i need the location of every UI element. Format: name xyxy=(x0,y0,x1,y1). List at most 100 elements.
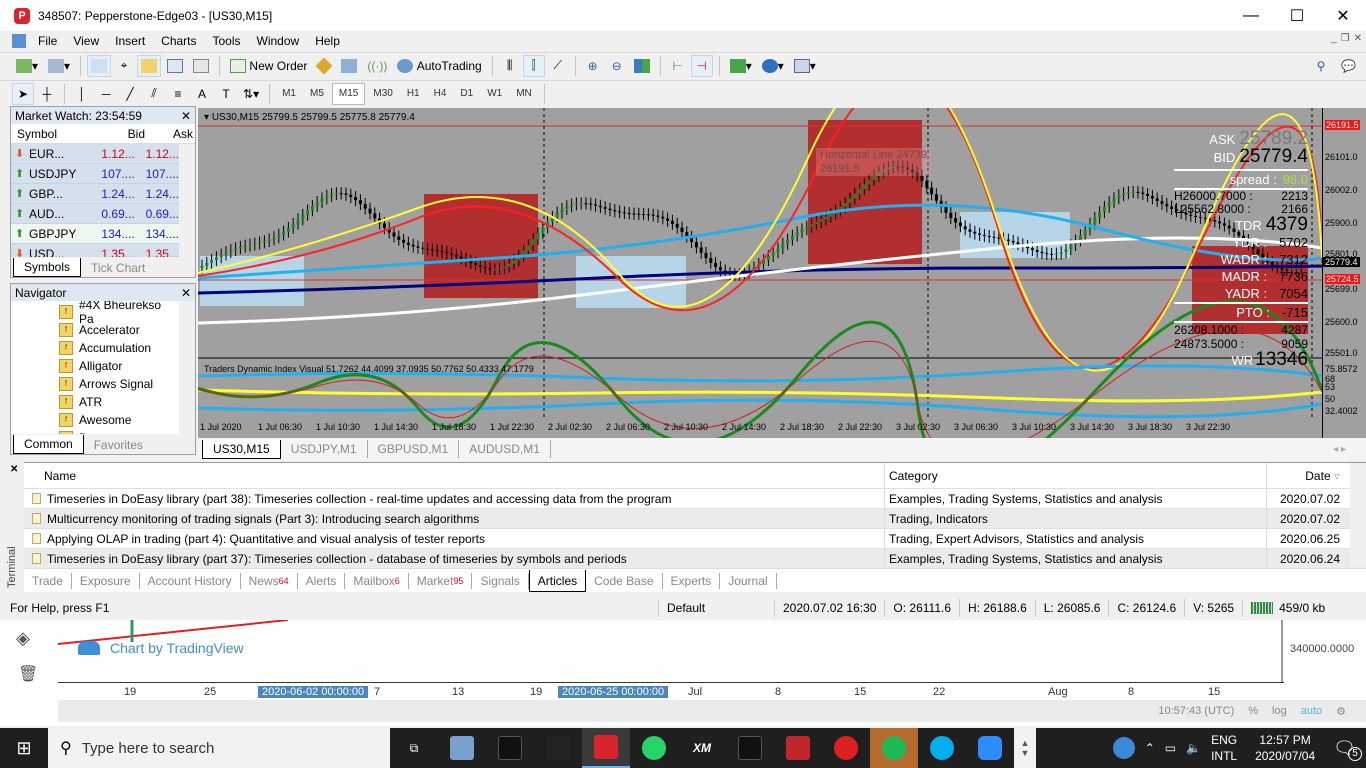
periods-button[interactable]: ▾ xyxy=(758,55,788,77)
line-chart-button[interactable]: ⟋ xyxy=(547,55,569,77)
tab-tick-chart[interactable]: Tick Chart xyxy=(81,259,155,277)
minimize-button[interactable]: — xyxy=(1228,0,1274,31)
terminal-tab-mailbox[interactable]: Mailbox 6 xyxy=(345,573,409,589)
navigator-item[interactable]: f ATR xyxy=(11,393,179,411)
timeframe-m30[interactable]: M30 xyxy=(367,83,398,105)
taskbar-app-3[interactable] xyxy=(534,728,582,768)
profiles-button[interactable]: ▾ xyxy=(44,55,74,77)
market-watch-row[interactable]: ⬆ AUD... 0.69... 0.69... xyxy=(11,204,179,224)
terminal-tab-market[interactable]: Market 95 xyxy=(409,573,473,589)
market-watch-close[interactable]: ✕ xyxy=(181,109,191,123)
menu-view[interactable]: View xyxy=(65,34,107,48)
autotrading-button[interactable]: AutoTrading xyxy=(393,55,485,77)
clock[interactable]: 12:57 PM 2020/07/04 xyxy=(1255,732,1315,764)
taskbar-app-5[interactable] xyxy=(774,728,822,768)
tv-percent-toggle[interactable]: % xyxy=(1248,705,1258,717)
data-window-toggle[interactable]: ⌖ xyxy=(113,55,135,77)
mdi-close-button[interactable]: ✕ xyxy=(1354,33,1362,44)
tab-common[interactable]: Common xyxy=(13,435,84,454)
taskbar-xm[interactable]: XM xyxy=(678,728,726,768)
app-menu-icon[interactable] xyxy=(12,34,26,48)
metaeditor-button[interactable] xyxy=(313,55,335,77)
navigator-item[interactable]: f Accelerator xyxy=(11,321,179,339)
article-row[interactable]: Applying OLAP in trading (part 4): Quant… xyxy=(24,529,1366,549)
taskbar-search[interactable]: ⚲ Type here to search xyxy=(48,728,390,768)
terminal-tab-exposure[interactable]: Exposure xyxy=(72,573,140,589)
col-bid[interactable]: Bid xyxy=(95,127,145,141)
menu-tools[interactable]: Tools xyxy=(205,34,249,48)
navigator-item[interactable]: f Accumulation xyxy=(11,339,179,357)
language-indicator[interactable]: ENG INTL xyxy=(1211,732,1237,764)
terminal-tab-signals[interactable]: Signals xyxy=(472,573,529,589)
layers-icon[interactable]: ◈ xyxy=(16,628,30,649)
volume-icon[interactable]: 🔈 xyxy=(1186,741,1201,755)
article-row[interactable]: Timeseries in DoEasy library (part 37): … xyxy=(24,549,1366,569)
tv-log-toggle[interactable]: log xyxy=(1272,705,1287,717)
navigator-item[interactable]: f Alligator xyxy=(11,357,179,375)
action-center-button[interactable]: 🗨 5 xyxy=(1333,738,1362,761)
taskbar-whatsapp[interactable] xyxy=(630,728,678,768)
signals-button[interactable]: ((·)) xyxy=(363,55,391,77)
indicators-button[interactable]: ▾ xyxy=(726,55,756,77)
bar-chart-button[interactable]: ⫼ xyxy=(499,55,521,77)
chart-tab-usdjpy-m1[interactable]: USDJPY,M1 xyxy=(281,440,368,458)
vertical-line-tool[interactable]: │ xyxy=(71,83,93,105)
horizontal-line-tool[interactable]: ─ xyxy=(95,83,117,105)
terminal-tab-articles[interactable]: Articles xyxy=(528,570,587,592)
terminal-scrollbar[interactable] xyxy=(1350,463,1366,567)
timeframe-mn[interactable]: MN xyxy=(510,83,538,105)
tab-symbols[interactable]: Symbols xyxy=(13,258,82,277)
search-button[interactable]: ⚲ xyxy=(1310,55,1332,77)
close-button[interactable]: ✕ xyxy=(1320,0,1366,31)
navigator-item[interactable]: f Arrows Signal xyxy=(11,375,179,393)
maximize-button[interactable]: ☐ xyxy=(1274,0,1320,31)
help-tray-icon[interactable] xyxy=(1112,737,1135,759)
chart-tabs-scroll-arrows[interactable]: ◂ ▸ xyxy=(1333,444,1346,455)
terminal-tab-alerts[interactable]: Alerts xyxy=(298,573,346,589)
market-watch-row[interactable]: ⬇ EUR... 1.12... 1.12... xyxy=(11,144,179,164)
new-chart-button[interactable]: ▾ xyxy=(12,55,42,77)
navigator-toggle[interactable] xyxy=(137,54,162,77)
show-hidden-icons[interactable]: ⌃ xyxy=(1145,741,1155,755)
navigator-scrollbar[interactable] xyxy=(179,301,195,436)
taskbar-spotify[interactable] xyxy=(870,728,918,768)
task-view-button[interactable]: ⧉ xyxy=(390,728,438,768)
zoom-out-button[interactable]: ⊖ xyxy=(606,55,628,77)
menu-file[interactable]: File xyxy=(30,34,65,48)
tv-time-axis[interactable]: 19 25 2020-06-02 00:00:00 7 13 19 2020-06-25 0… xyxy=(58,682,1284,700)
mdi-restore-button[interactable]: ❐ xyxy=(1341,33,1350,44)
tv-auto-toggle[interactable]: auto xyxy=(1301,705,1322,717)
terminal-toggle[interactable] xyxy=(163,55,187,77)
market-watch-row[interactable]: ⬆ USDJPY 107.... 107.... xyxy=(11,164,179,184)
chart-tab-us30-m15[interactable]: US30,M15 xyxy=(202,439,281,459)
market-watch-toggle[interactable] xyxy=(87,54,112,77)
zoom-in-button[interactable]: ⊕ xyxy=(582,55,604,77)
mdi-minimize-button[interactable]: _ xyxy=(1331,33,1337,44)
cursor-tool[interactable]: ➤ xyxy=(12,82,34,105)
col-ask[interactable]: Ask xyxy=(145,127,193,141)
navigator-item[interactable]: f Awesome xyxy=(11,411,179,429)
tile-windows-button[interactable] xyxy=(630,55,654,77)
tv-brand[interactable]: Chart by TradingView xyxy=(78,640,244,656)
new-order-button[interactable]: New Order xyxy=(226,55,311,77)
candlestick-chart-button[interactable]: ⫿ xyxy=(522,54,545,77)
terminal-tab-experts[interactable]: Experts xyxy=(663,573,721,589)
taskbar-app-4[interactable] xyxy=(726,728,774,768)
market-watch-row[interactable]: ⬆ GBPJPY 134.... 134.... xyxy=(11,224,179,244)
price-axis[interactable]: 26191.5 26101.0 26002.0 25900.0 25801.0 … xyxy=(1322,108,1366,438)
time-axis[interactable]: 1 Jul 2020 1 Jul 06:30 1 Jul 10:30 1 Jul 14… xyxy=(198,420,1322,438)
navigator-close[interactable]: ✕ xyxy=(181,286,191,300)
taskbar-zoom[interactable] xyxy=(966,728,1014,768)
text-label-tool[interactable]: T xyxy=(215,83,237,105)
market-watch-row[interactable]: ⬇ USD... 1.35... 1.35... xyxy=(11,244,179,258)
crosshair-tool[interactable]: ┼ xyxy=(36,83,58,105)
article-row[interactable]: Timeseries in DoEasy library (part 38): … xyxy=(24,489,1366,509)
chart-tab-gbpusd-m1[interactable]: GBPUSD,M1 xyxy=(368,440,460,458)
menu-help[interactable]: Help xyxy=(307,34,348,48)
menu-charts[interactable]: Charts xyxy=(153,34,204,48)
col-name[interactable]: Name xyxy=(24,469,884,483)
terminal-tab-code-base[interactable]: Code Base xyxy=(586,573,663,589)
vps-button[interactable] xyxy=(337,55,361,77)
col-symbol[interactable]: Symbol xyxy=(11,127,95,141)
navigator-item[interactable]: f #4X Bheurekso Pa xyxy=(11,301,179,326)
